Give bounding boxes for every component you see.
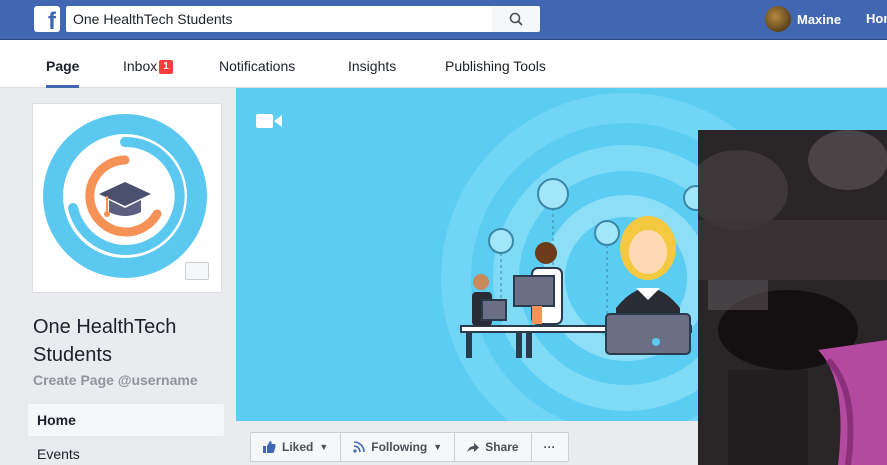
search-button[interactable] [492,6,540,32]
left-sidebar: One HealthTech Students Create Page @use… [0,88,236,465]
home-link[interactable]: Home [866,7,887,31]
rss-icon [353,441,366,453]
camera-icon[interactable] [185,262,209,280]
tab-page[interactable]: Page [46,40,80,88]
tab-inbox[interactable]: Inbox 1 [123,40,173,88]
top-navigation-bar: f One HealthTech Students Maxine Home [0,0,887,40]
chevron-down-icon: ▼ [319,442,329,452]
search-icon [509,12,523,26]
tab-label: Notifications [219,58,296,74]
tab-label: Publishing Tools [445,58,546,74]
tab-label: Inbox [123,58,158,74]
tab-label: Page [46,58,80,74]
chevron-down-icon: ▼ [433,442,443,452]
tab-publishing-tools[interactable]: Publishing Tools [445,40,546,88]
facebook-logo-icon[interactable]: f [34,6,60,32]
following-label: Following [371,440,428,454]
create-username-link[interactable]: Create Page @username [33,372,198,388]
sidebar-item-label: Home [37,412,76,428]
graduation-cap-icon [43,114,207,278]
page-action-buttons: Liked ▼ Following ▼ Share ··· [250,432,569,462]
video-thumbnail-overlay[interactable] [698,130,887,465]
user-name: Maxine [797,11,842,27]
inbox-count-badge: 1 [159,60,173,74]
share-label: Share [485,440,519,454]
tab-label: Insights [348,58,397,74]
share-arrow-icon [467,442,480,452]
page-title: One HealthTech Students [33,316,177,366]
more-options-label: ··· [543,440,556,454]
liked-label: Liked [282,440,314,454]
sidebar-item-home[interactable]: Home [28,404,224,436]
user-profile-link[interactable]: Maxine [765,6,842,32]
sidebar-item-label: Events [37,446,80,462]
avatar [765,6,791,32]
tab-notifications[interactable]: Notifications [219,40,295,88]
following-button[interactable]: Following ▼ [341,433,456,461]
share-button[interactable]: Share [455,433,532,461]
search-input[interactable]: One HealthTech Students [66,6,492,32]
liked-button[interactable]: Liked ▼ [251,433,342,461]
more-options-button[interactable]: ··· [532,433,568,461]
tab-insights[interactable]: Insights [348,40,396,88]
page-tabs: Page Inbox 1 Notifications Insights Publi… [0,40,887,88]
sidebar-item-events[interactable]: Events [28,438,224,465]
profile-picture[interactable] [32,103,222,293]
photo-content [698,130,887,465]
thumbs-up-icon [263,441,276,453]
